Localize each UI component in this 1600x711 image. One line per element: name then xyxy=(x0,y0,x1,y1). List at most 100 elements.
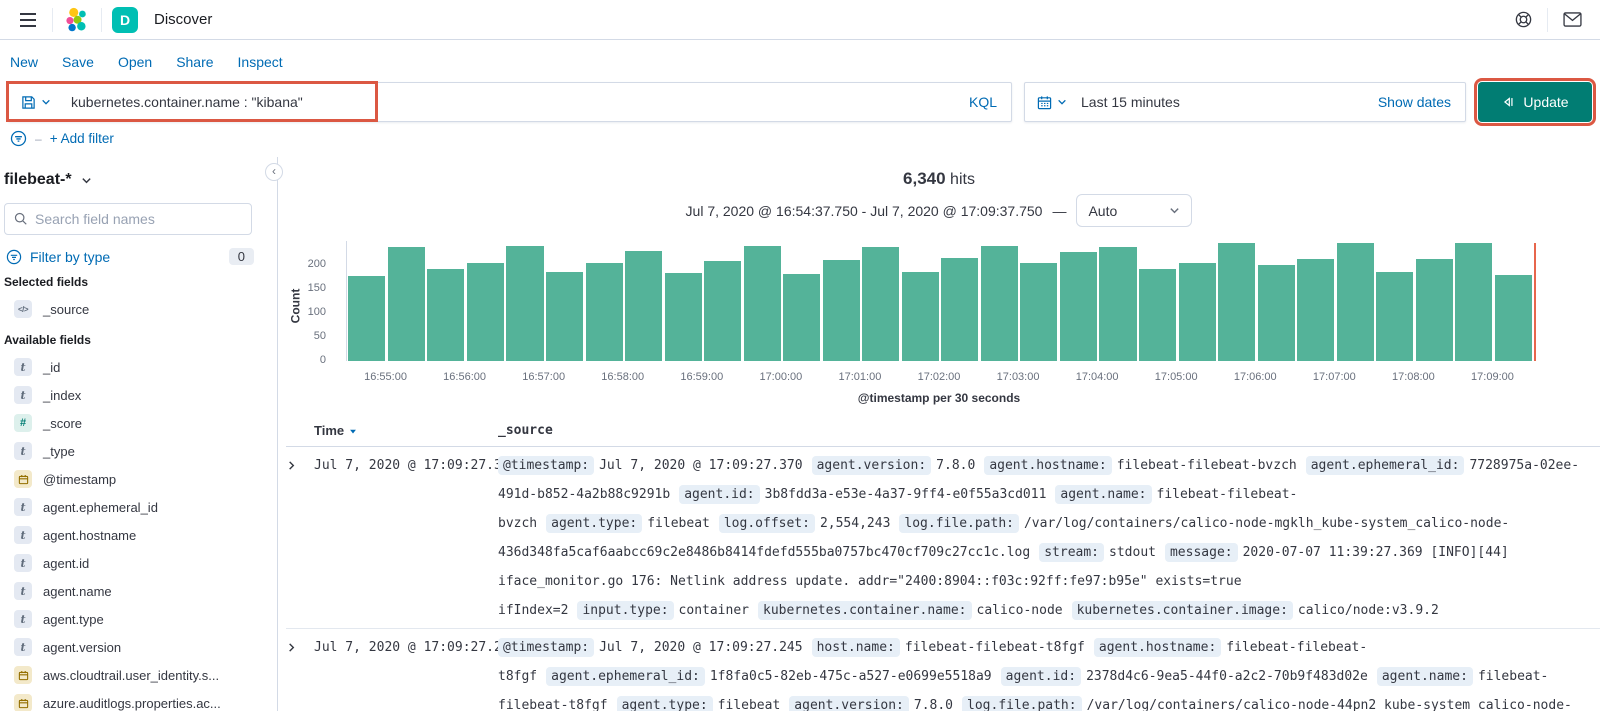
field-name-tag: agent.ephemeral_id: xyxy=(1305,456,1465,475)
interval-select[interactable]: Auto xyxy=(1076,194,1193,227)
histogram-bar[interactable] xyxy=(1020,262,1058,361)
field-item-_id[interactable]: t _id xyxy=(4,353,263,381)
field-item-_score[interactable]: # _score xyxy=(4,409,263,437)
histogram-bar[interactable] xyxy=(862,247,900,361)
nav-inspect[interactable]: Inspect xyxy=(238,54,283,70)
time-column-header[interactable]: Time xyxy=(314,423,498,438)
histogram-plot-area[interactable] xyxy=(346,241,1536,361)
histogram-bar[interactable] xyxy=(941,257,979,361)
field-value: filebeat xyxy=(647,516,710,531)
discover-top-nav: New Save Open Share Inspect xyxy=(0,40,1600,80)
histogram-bar[interactable] xyxy=(664,272,702,361)
field-item-_type[interactable]: t _type xyxy=(4,437,263,465)
time-range-value[interactable]: Last 15 minutes xyxy=(1077,94,1180,110)
date-picker: Last 15 minutes Show dates xyxy=(1024,82,1466,122)
expand-row-button[interactable] xyxy=(286,633,314,711)
string-type-icon: t xyxy=(14,498,32,516)
field-name-tag: log.file.path: xyxy=(962,696,1082,711)
histogram-bar[interactable] xyxy=(1178,262,1216,361)
field-item-aws.cloudtrail.user_identity.s...[interactable]: aws.cloudtrail.user_identity.s... xyxy=(4,661,263,689)
histogram-bar[interactable] xyxy=(1138,268,1177,361)
histogram-bar[interactable] xyxy=(1059,251,1098,361)
menu-button[interactable] xyxy=(14,6,42,34)
histogram-bar[interactable] xyxy=(783,273,821,361)
newsfeed-button[interactable] xyxy=(1558,6,1586,34)
add-filter-button[interactable]: + Add filter xyxy=(50,131,114,146)
query-input[interactable]: kubernetes.container.name : "kibana" xyxy=(61,94,955,110)
string-type-icon: t xyxy=(14,610,32,628)
histogram-bar[interactable] xyxy=(1494,274,1532,361)
field-name: agent.type xyxy=(43,611,104,627)
field-item-azure.auditlogs.properties.ac...[interactable]: azure.auditlogs.properties.ac... xyxy=(4,689,263,711)
field-item-agent.version[interactable]: t agent.version xyxy=(4,633,263,661)
discover-app-badge[interactable]: D xyxy=(112,6,138,33)
sidebar-collapse-button[interactable]: ‹ xyxy=(265,163,283,181)
chevron-down-icon xyxy=(1170,208,1180,214)
histogram-bar[interactable] xyxy=(506,246,544,361)
nav-new[interactable]: New xyxy=(10,54,38,70)
field-name-tag: agent.name: xyxy=(1376,667,1473,686)
chevron-down-icon xyxy=(81,177,91,183)
field-value: filebeat-filebeat-bvzch xyxy=(1116,458,1297,473)
selected-fields-list: </> _source xyxy=(4,295,263,323)
histogram-bar[interactable] xyxy=(387,247,425,361)
elastic-logo[interactable] xyxy=(63,6,91,34)
field-item-agent.id[interactable]: t agent.id xyxy=(4,549,263,577)
nav-save[interactable]: Save xyxy=(62,54,94,70)
save-icon xyxy=(22,95,35,109)
update-button[interactable]: Update xyxy=(1474,78,1596,126)
calendar-icon xyxy=(18,670,28,680)
histogram-bar[interactable] xyxy=(427,268,465,361)
filter-by-type-button[interactable]: Filter by type 0 xyxy=(6,248,254,265)
expand-row-button[interactable] xyxy=(286,451,314,625)
histogram-bar[interactable] xyxy=(822,260,860,361)
histogram-bar[interactable] xyxy=(901,272,939,361)
histogram-bar[interactable] xyxy=(585,263,623,361)
histogram-bar[interactable] xyxy=(1376,272,1414,361)
nav-share[interactable]: Share xyxy=(176,54,213,70)
histogram-bar[interactable] xyxy=(545,271,584,361)
field-item-agent.type[interactable]: t agent.type xyxy=(4,605,263,633)
histogram-bar[interactable] xyxy=(1415,258,1453,361)
histogram-bar[interactable] xyxy=(1455,242,1493,361)
histogram-bar[interactable] xyxy=(625,251,663,361)
field-name-tag: agent.hostname: xyxy=(1093,638,1222,657)
field-value: 2378d4c6-9ea5-44f0-a2c2-70b9f483d02e xyxy=(1086,669,1368,684)
field-item-agent.ephemeral_id[interactable]: t agent.ephemeral_id xyxy=(4,493,263,521)
nav-open[interactable]: Open xyxy=(118,54,152,70)
divider xyxy=(101,7,102,32)
histogram-bar[interactable] xyxy=(1257,265,1295,361)
index-pattern-switcher[interactable]: filebeat-* xyxy=(4,165,263,203)
hits-summary: 6,340 hits xyxy=(278,169,1600,189)
histogram-bar[interactable] xyxy=(1099,246,1137,361)
histogram-bar[interactable] xyxy=(1218,243,1256,361)
field-item-_source[interactable]: </> _source xyxy=(4,295,263,323)
x-tick-label: 17:05:00 xyxy=(1154,371,1198,383)
field-search-input[interactable] xyxy=(35,211,242,227)
range-dash: — xyxy=(1052,202,1067,219)
filter-by-type-label: Filter by type xyxy=(30,248,111,265)
show-dates-button[interactable]: Show dates xyxy=(1378,94,1465,110)
date-quick-select-button[interactable] xyxy=(1025,95,1077,110)
histogram-bar[interactable] xyxy=(348,276,386,361)
top-app-bar: D Discover xyxy=(0,0,1600,40)
histogram-bar[interactable] xyxy=(743,246,781,361)
date-type-icon xyxy=(14,694,32,711)
field-item-agent.hostname[interactable]: t agent.hostname xyxy=(4,521,263,549)
hits-label: hits xyxy=(950,171,975,188)
histogram-bar[interactable] xyxy=(704,261,742,361)
field-item-_index[interactable]: t _index xyxy=(4,381,263,409)
histogram-bar[interactable] xyxy=(1336,243,1374,361)
field-item-agent.name[interactable]: t agent.name xyxy=(4,577,263,605)
saved-query-menu-button[interactable] xyxy=(9,95,61,110)
histogram-bar[interactable] xyxy=(466,263,505,361)
query-language-button[interactable]: KQL xyxy=(955,94,1011,110)
string-type-icon: t xyxy=(14,386,32,404)
histogram-bar[interactable] xyxy=(980,245,1018,361)
help-button[interactable] xyxy=(1509,6,1537,34)
field-item-@timestamp[interactable]: @timestamp xyxy=(4,465,263,493)
kibana-discover-screen: D Discover New Save Open Share Inspect k… xyxy=(0,0,1600,711)
x-axis-title: @timestamp per 30 seconds xyxy=(857,391,1021,405)
row-source: @timestamp: Jul 7, 2020 @ 17:09:27.245 hos… xyxy=(498,633,1600,711)
histogram-bar[interactable] xyxy=(1297,259,1335,361)
